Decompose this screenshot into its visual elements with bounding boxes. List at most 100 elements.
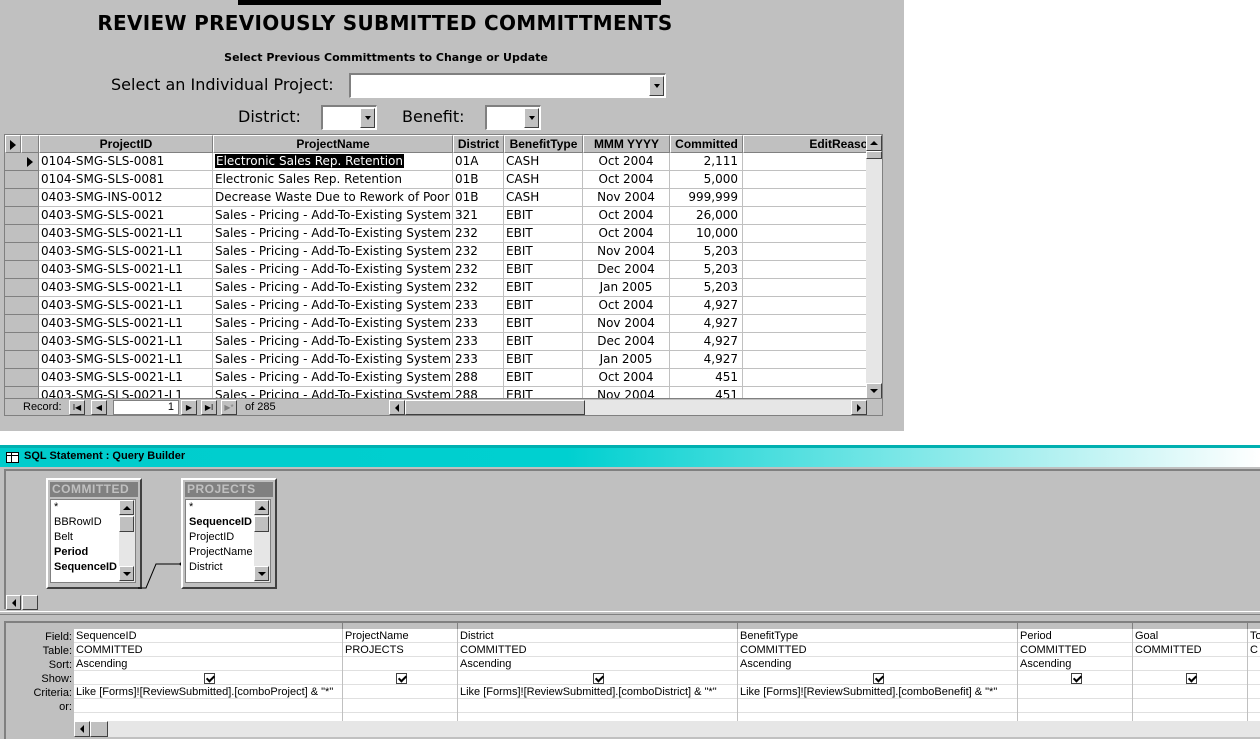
cell-benefittype[interactable]: EBIT (504, 225, 583, 243)
cell-period[interactable]: Oct 2004 (583, 369, 670, 387)
cell-benefittype[interactable]: CASH (504, 189, 583, 207)
table-committed[interactable]: COMMITTED * BBRowID Belt Period SequenceID (46, 478, 142, 589)
cell-benefittype[interactable]: EBIT (504, 351, 583, 369)
first-record-button[interactable]: I◀ (69, 400, 85, 415)
query-builder-titlebar[interactable]: SQL Statement : Query Builder (0, 445, 1260, 467)
cell-period[interactable]: Dec 2004 (583, 333, 670, 351)
district-dropdown-button[interactable] (360, 108, 375, 128)
cell-district[interactable]: 232 (453, 225, 504, 243)
table-row[interactable]: 0403-SMG-SLS-0021-L1 Sales - Pricing - Ad… (5, 297, 871, 315)
cell-benefittype[interactable]: EBIT (504, 243, 583, 261)
table-scroll-thumb[interactable] (119, 516, 134, 532)
cell-projectid[interactable]: 0403-SMG-INS-0012 (39, 189, 213, 207)
grid-table-cell[interactable]: C (1248, 643, 1260, 657)
table-pane-scroll-thumb[interactable] (22, 595, 38, 610)
show-checkbox[interactable] (1070, 672, 1082, 684)
cell-projectid[interactable]: 0104-SMG-SLS-0081 (39, 171, 213, 189)
cell-projectname[interactable]: Sales - Pricing - Add-To-Existing System (213, 315, 453, 333)
grid-criteria-cell[interactable] (1133, 685, 1247, 699)
cell-district[interactable]: 232 (453, 279, 504, 297)
cell-period[interactable]: Oct 2004 (583, 297, 670, 315)
column-header-projectname[interactable]: ProjectName (213, 135, 453, 153)
grid-table-cell[interactable]: COMMITTED (458, 643, 737, 657)
cell-projectid[interactable]: 0403-SMG-SLS-0021-L1 (39, 261, 213, 279)
record-selector[interactable] (5, 189, 39, 207)
cell-editreason[interactable] (743, 297, 871, 315)
cell-projectid[interactable]: 0403-SMG-SLS-0021-L1 (39, 351, 213, 369)
show-checkbox-cell[interactable] (343, 671, 457, 685)
cell-benefittype[interactable]: EBIT (504, 333, 583, 351)
table-scroll-thumb[interactable] (254, 516, 269, 532)
scroll-down-button[interactable] (866, 383, 882, 399)
cell-committed[interactable]: 26,000 (670, 207, 743, 225)
grid-sort-cell[interactable] (1248, 657, 1260, 671)
project-dropdown-button[interactable] (649, 76, 664, 96)
cell-benefittype[interactable]: CASH (504, 153, 583, 171)
scroll-up-button[interactable] (119, 500, 134, 515)
horizontal-scrollbar[interactable] (389, 400, 867, 415)
record-selector[interactable] (5, 333, 39, 351)
cell-projectid[interactable]: 0403-SMG-SLS-0021-L1 (39, 297, 213, 315)
show-checkbox-cell[interactable] (1133, 671, 1247, 685)
cell-benefittype[interactable]: EBIT (504, 207, 583, 225)
table-committed-title[interactable]: COMMITTED (50, 482, 138, 497)
cell-editreason[interactable] (743, 153, 871, 171)
cell-projectid[interactable]: 0403-SMG-SLS-0021-L1 (39, 369, 213, 387)
show-checkbox-cell[interactable] (74, 671, 342, 685)
table-projects-title[interactable]: PROJECTS (185, 482, 273, 497)
show-checkbox[interactable] (593, 672, 604, 684)
scroll-down-button[interactable] (254, 566, 269, 581)
last-record-button[interactable]: ▶I (201, 400, 217, 415)
grid-table-cell[interactable]: PROJECTS (343, 643, 457, 657)
cell-period[interactable]: Nov 2004 (583, 189, 670, 207)
cell-period[interactable]: Oct 2004 (583, 171, 670, 189)
column-header-projectid[interactable]: ProjectID (39, 135, 213, 153)
scroll-right-button[interactable] (851, 400, 867, 415)
column-header-period[interactable]: MMM YYYY (583, 135, 670, 153)
record-selector[interactable] (5, 243, 39, 261)
grid-or-cell[interactable] (738, 699, 1017, 713)
cell-period[interactable]: Oct 2004 (583, 153, 670, 171)
grid-sort-cell[interactable]: Ascending (738, 657, 1017, 671)
cell-projectid[interactable]: 0403-SMG-SLS-0021-L1 (39, 243, 213, 261)
table-row[interactable]: 0403-SMG-INS-0012 Decrease Waste Due to R… (5, 189, 871, 207)
cell-period[interactable]: Oct 2004 (583, 207, 670, 225)
cell-projectname[interactable]: Sales - Pricing - Add-To-Existing System (213, 333, 453, 351)
grid-field-cell[interactable]: To (1248, 629, 1260, 643)
scroll-left-button[interactable] (74, 721, 90, 737)
grid-sort-cell[interactable]: Ascending (74, 657, 342, 671)
cell-benefittype[interactable]: EBIT (504, 261, 583, 279)
table-row[interactable]: 0403-SMG-SLS-0021-L1 Sales - Pricing - Ad… (5, 261, 871, 279)
grid-field-cell[interactable]: SequenceID (74, 629, 342, 643)
table-row[interactable]: 0403-SMG-SLS-0021-L1 Sales - Pricing - Ad… (5, 279, 871, 297)
cell-projectname[interactable]: Sales - Pricing - Add-To-Existing System (213, 369, 453, 387)
cell-committed[interactable]: 999,999 (670, 189, 743, 207)
cell-projectid[interactable]: 0403-SMG-SLS-0021-L1 (39, 279, 213, 297)
cell-editreason[interactable] (743, 333, 871, 351)
column-header-benefittype[interactable]: BenefitType (504, 135, 583, 153)
grid-criteria-cell[interactable]: Like [Forms]![ReviewSubmitted].[comboPro… (74, 685, 342, 699)
grid-sort-cell[interactable]: Ascending (1018, 657, 1132, 671)
grid-field-cell[interactable]: BenefitType (738, 629, 1017, 643)
cell-editreason[interactable] (743, 207, 871, 225)
table-field-scrollbar[interactable] (254, 500, 270, 582)
grid-table-cell[interactable]: COMMITTED (74, 643, 342, 657)
scroll-up-button[interactable] (866, 135, 882, 151)
table-field-scrollbar[interactable] (119, 500, 135, 582)
new-record-button[interactable]: ▶* (221, 400, 237, 415)
grid-field-cell[interactable]: District (458, 629, 737, 643)
grid-or-cell[interactable] (1133, 699, 1247, 713)
cell-period[interactable]: Jan 2005 (583, 351, 670, 369)
grid-scroll-thumb[interactable] (90, 721, 108, 737)
cell-district[interactable]: 232 (453, 261, 504, 279)
cell-projectname[interactable]: Sales - Pricing - Add-To-Existing System (213, 351, 453, 369)
grid-field-cell[interactable]: Goal (1133, 629, 1247, 643)
vertical-scrollbar[interactable] (866, 135, 882, 399)
table-projects[interactable]: PROJECTS * SequenceID ProjectID ProjectName… (181, 478, 277, 589)
record-selector[interactable] (5, 261, 39, 279)
table-row[interactable]: 0104-SMG-SLS-0081 Electronic Sales Rep. R… (5, 171, 871, 189)
cell-district[interactable]: 01A (453, 153, 504, 171)
record-selector[interactable] (5, 153, 39, 171)
cell-committed[interactable]: 5,203 (670, 261, 743, 279)
cell-committed[interactable]: 4,927 (670, 333, 743, 351)
